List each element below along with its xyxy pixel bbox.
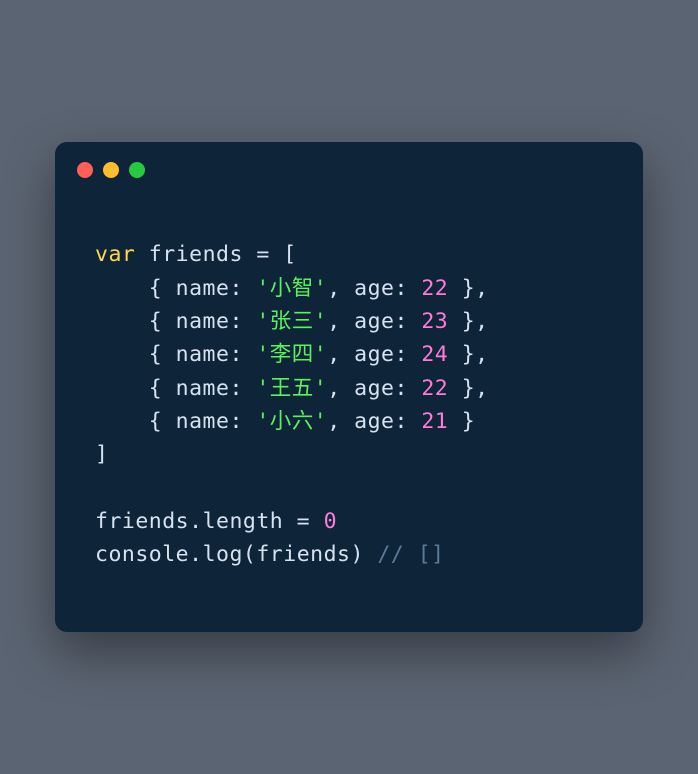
punct: = [ [243,242,297,267]
prop-name: name [176,309,230,334]
number: 24 [421,342,448,367]
punct: }, [448,376,488,401]
window-titlebar [55,142,643,188]
minimize-icon[interactable] [103,162,119,178]
code-window: var friends = [ { name: '小智', age: 22 },… [55,142,643,631]
punct: , [327,309,354,334]
punct: ) [350,542,377,567]
space [135,242,148,267]
punct: , [327,376,354,401]
punct: { [95,309,176,334]
prop-name: name [176,376,230,401]
punct: ( [243,542,256,567]
code-block: var friends = [ { name: '小智', age: 22 },… [55,188,643,631]
prop-age: age [354,276,394,301]
punct: , [327,276,354,301]
number: 23 [421,309,448,334]
identifier: friends [95,509,189,534]
punct: : [394,342,421,367]
comment: // [] [377,542,444,567]
punct: { [95,376,176,401]
prop-age: age [354,342,394,367]
punct: : [394,376,421,401]
prop-age: age [354,409,394,434]
prop-age: age [354,309,394,334]
keyword-var: var [95,242,135,267]
punct: { [95,409,176,434]
punct: { [95,342,176,367]
identifier-friends: friends [149,242,243,267]
number: 22 [421,376,448,401]
number: 0 [324,509,337,534]
punct: }, [448,309,488,334]
prop-age: age [354,376,394,401]
prop-name: name [176,342,230,367]
punct: ] [95,442,108,467]
number: 22 [421,276,448,301]
punct: }, [448,276,488,301]
prop-name: name [176,409,230,434]
maximize-icon[interactable] [129,162,145,178]
method-log: log [203,542,243,567]
punct: . [189,542,202,567]
punct: . [189,509,202,534]
punct: : [229,309,256,334]
punct: : [394,309,421,334]
punct: } [448,409,475,434]
string: '小智' [256,276,327,301]
punct: = [283,509,323,534]
identifier-console: console [95,542,189,567]
identifier: friends [256,542,350,567]
punct: }, [448,342,488,367]
prop-length: length [203,509,284,534]
punct: { [95,276,176,301]
punct: : [229,276,256,301]
punct: : [394,409,421,434]
string: '小六' [256,409,327,434]
string: '张三' [256,309,327,334]
string: '王五' [256,376,327,401]
punct: : [229,376,256,401]
punct: : [229,342,256,367]
number: 21 [421,409,448,434]
punct: : [394,276,421,301]
punct: : [229,409,256,434]
punct: , [327,409,354,434]
prop-name: name [176,276,230,301]
punct: , [327,342,354,367]
close-icon[interactable] [77,162,93,178]
string: '李四' [256,342,327,367]
